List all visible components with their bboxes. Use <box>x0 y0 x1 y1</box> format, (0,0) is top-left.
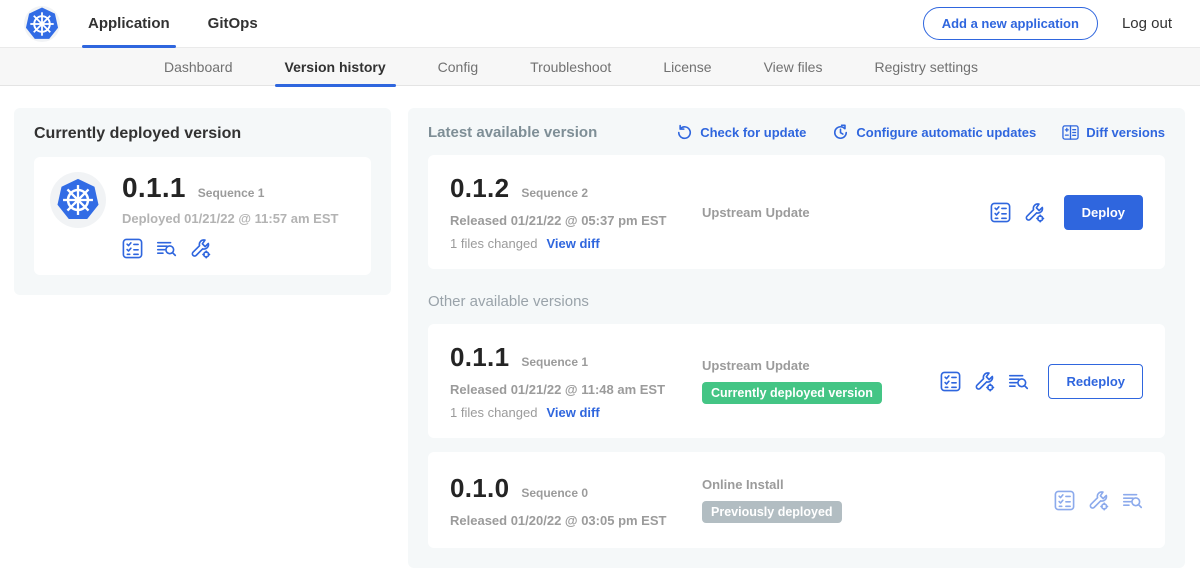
sequence-label: Sequence 2 <box>521 186 588 200</box>
currently-deployed-title: Currently deployed version <box>34 125 371 143</box>
status-badge: Previously deployed <box>702 501 842 523</box>
status-badge: Currently deployed version <box>702 382 882 404</box>
version-number: 0.1.2 <box>450 173 509 204</box>
panel-actions: Check for update Configure automatic upda… <box>676 124 1165 141</box>
config-icon[interactable] <box>190 238 211 259</box>
config-icon[interactable] <box>1024 202 1045 223</box>
app-icon-kubernetes <box>50 172 106 228</box>
release-notes-icon[interactable] <box>1008 371 1029 392</box>
preflight-checks-icon[interactable] <box>990 202 1011 223</box>
app-header: Application GitOps Add a new application… <box>0 0 1200 48</box>
other-version-rows: 0.1.1 Sequence 1 Released 01/21/22 @ 11:… <box>428 324 1165 548</box>
version-history-panel: Latest available version Check for updat… <box>408 108 1185 568</box>
files-changed-label: 1 files changed <box>450 405 537 420</box>
diff-versions-link[interactable]: Diff versions <box>1062 124 1165 141</box>
add-application-button[interactable]: Add a new application <box>923 7 1098 40</box>
latest-version-rows: 0.1.2 Sequence 2 Released 01/21/22 @ 05:… <box>428 155 1165 269</box>
deployed-version-actions <box>122 238 338 259</box>
version-source-label: Upstream Update <box>702 358 940 373</box>
check-for-update-link[interactable]: Check for update <box>676 124 806 141</box>
version-row: 0.1.2 Sequence 2 Released 01/21/22 @ 05:… <box>428 155 1165 269</box>
latest-version-header: Latest available version Check for updat… <box>428 124 1165 141</box>
subnav-config[interactable]: Config <box>412 48 504 86</box>
tab-gitops[interactable]: GitOps <box>196 0 270 48</box>
auto-update-icon <box>832 124 849 141</box>
deployed-version-number: 0.1.1 <box>122 172 186 204</box>
view-diff-link[interactable]: View diff <box>546 236 599 251</box>
configure-automatic-updates-link[interactable]: Configure automatic updates <box>832 124 1036 141</box>
version-row: 0.1.1 Sequence 1 Released 01/21/22 @ 11:… <box>428 324 1165 438</box>
config-icon[interactable] <box>974 371 995 392</box>
version-number: 0.1.1 <box>450 342 509 373</box>
subnav-registry-settings[interactable]: Registry settings <box>848 48 1003 86</box>
header-tabs: Application GitOps <box>76 0 284 48</box>
subnav-license[interactable]: License <box>637 48 737 86</box>
subnav-view-files[interactable]: View files <box>738 48 849 86</box>
currently-deployed-panel: Currently deployed version 0.1 <box>14 108 391 295</box>
version-source-label: Upstream Update <box>702 205 990 220</box>
version-actions <box>990 202 1045 223</box>
version-row: 0.1.0 Sequence 0 Released 01/20/22 @ 03:… <box>428 452 1165 548</box>
logout-button[interactable]: Log out <box>1122 15 1172 32</box>
preflight-checks-icon[interactable] <box>940 371 961 392</box>
app-subnav: Dashboard Version history Config Trouble… <box>0 48 1200 86</box>
deploy-button[interactable]: Deploy <box>1064 195 1143 230</box>
deployed-sequence-label: Sequence 1 <box>198 186 265 200</box>
main-content: Currently deployed version 0.1 <box>0 86 1200 568</box>
sequence-label: Sequence 1 <box>521 355 588 369</box>
redeploy-button[interactable]: Redeploy <box>1048 364 1143 399</box>
latest-version-title: Latest available version <box>428 124 597 141</box>
version-number: 0.1.0 <box>450 473 509 504</box>
action-label: Configure automatic updates <box>856 125 1036 140</box>
files-changed-label: 1 files changed <box>450 236 537 251</box>
released-timestamp: Released 01/21/22 @ 05:37 pm EST <box>450 213 702 228</box>
subnav-dashboard[interactable]: Dashboard <box>138 48 259 86</box>
diff-icon <box>1062 124 1079 141</box>
other-versions-title: Other available versions <box>428 293 1165 310</box>
action-label: Diff versions <box>1086 125 1165 140</box>
action-label: Check for update <box>700 125 806 140</box>
deployed-timestamp: Deployed 01/21/22 @ 11:57 am EST <box>122 211 338 226</box>
config-icon[interactable] <box>1088 490 1109 511</box>
preflight-checks-icon[interactable] <box>122 238 143 259</box>
version-source-label: Online Install <box>702 477 1054 492</box>
currently-deployed-card: 0.1.1 Sequence 1 Deployed 01/21/22 @ 11:… <box>34 157 371 275</box>
view-diff-link[interactable]: View diff <box>546 405 599 420</box>
release-notes-icon[interactable] <box>1122 490 1143 511</box>
preflight-checks-icon[interactable] <box>1054 490 1075 511</box>
subnav-troubleshoot[interactable]: Troubleshoot <box>504 48 637 86</box>
sequence-label: Sequence 0 <box>521 486 588 500</box>
files-changed-line: 1 files changed View diff <box>450 405 702 420</box>
files-changed-line: 1 files changed View diff <box>450 236 702 251</box>
version-actions <box>1054 490 1143 511</box>
released-timestamp: Released 01/21/22 @ 11:48 am EST <box>450 382 702 397</box>
refresh-icon <box>676 124 693 141</box>
subnav-version-history[interactable]: Version history <box>259 48 412 86</box>
version-actions <box>940 371 1029 392</box>
header-right: Add a new application Log out <box>923 7 1172 40</box>
tab-application[interactable]: Application <box>76 0 182 48</box>
released-timestamp: Released 01/20/22 @ 03:05 pm EST <box>450 513 702 528</box>
release-notes-icon[interactable] <box>156 238 177 259</box>
kubernetes-logo <box>24 6 60 42</box>
